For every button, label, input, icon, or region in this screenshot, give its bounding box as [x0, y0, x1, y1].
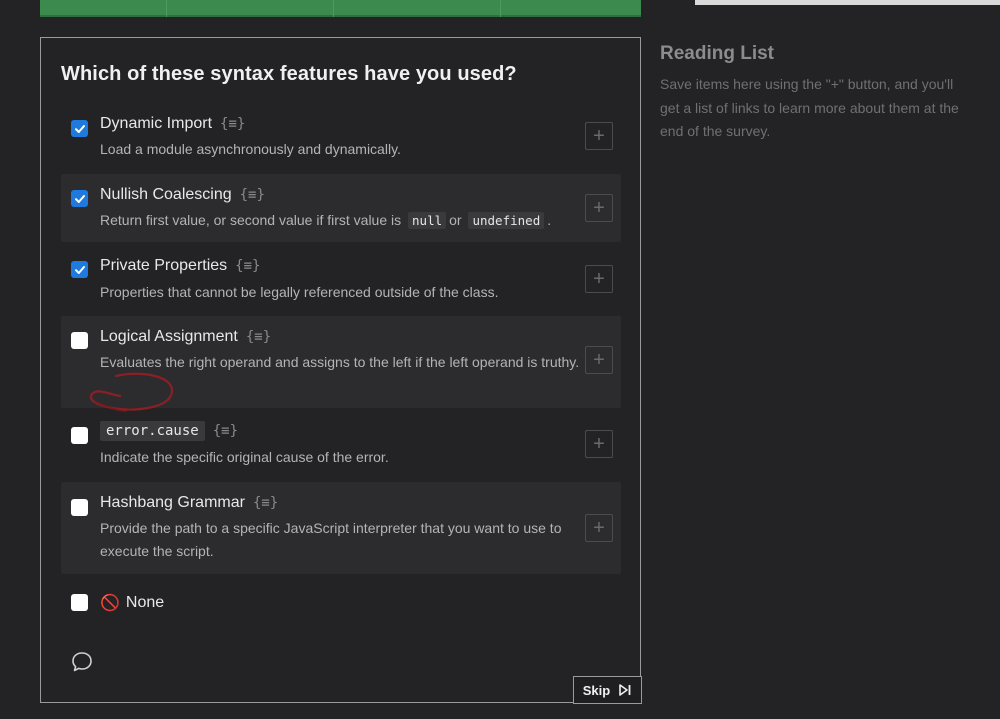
reading-list-panel: Reading List Save items here using the "… [660, 43, 960, 144]
plus-icon: + [593, 433, 605, 455]
option-description: Properties that cannot be legally refere… [100, 284, 499, 300]
description-text: Return first value, or second value if f… [100, 212, 402, 228]
option-description: Indicate the specific original cause of … [100, 449, 389, 465]
question-card: Which of these syntax features have you … [40, 37, 642, 704]
option-error-cause[interactable]: error.cause {≡} Indicate the specific or… [61, 413, 621, 481]
add-to-reading-list-button[interactable]: + [585, 194, 613, 222]
skip-forward-icon [619, 684, 631, 696]
option-title: Private Properties [100, 257, 228, 274]
code-undefined: undefined [468, 212, 545, 229]
option-title-row: Private Properties {≡} [100, 257, 260, 275]
plus-icon: + [593, 268, 605, 290]
option-description: Evaluates the right operand and assigns … [100, 354, 580, 370]
skip-label: Skip [582, 682, 611, 698]
top-right-bar [695, 0, 1000, 5]
checkbox-private-properties[interactable] [71, 261, 88, 278]
question-title: Which of these syntax features have you … [61, 63, 517, 85]
progress-segment-divider [166, 0, 167, 17]
checkbox-dynamic-import[interactable] [71, 120, 88, 137]
option-title-row: Dynamic Import {≡} [100, 115, 245, 133]
option-none[interactable]: 🚫 None [100, 593, 164, 613]
option-description: Load a module asynchronously and dynamic… [100, 141, 401, 157]
info-braces-icon[interactable]: {≡} [240, 187, 265, 203]
plus-icon: + [593, 517, 605, 539]
checkbox-none[interactable] [71, 594, 88, 611]
description-text: . [547, 212, 552, 228]
plus-icon: + [593, 349, 605, 371]
plus-icon: + [593, 197, 605, 219]
option-description: Return first value, or second value if f… [100, 209, 600, 232]
option-title-row: Hashbang Grammar {≡} [100, 494, 278, 512]
reading-list-title: Reading List [660, 43, 775, 64]
add-to-reading-list-button[interactable]: + [585, 265, 613, 293]
checkbox-hashbang-grammar[interactable] [71, 499, 88, 516]
info-braces-icon[interactable]: {≡} [246, 329, 271, 345]
speech-bubble-icon[interactable] [70, 650, 94, 674]
option-title: Logical Assignment [100, 328, 238, 345]
code-null: null [408, 212, 447, 229]
option-nullish-coalescing[interactable]: Nullish Coalescing {≡} Return first valu… [61, 174, 621, 242]
option-logical-assignment[interactable]: Logical Assignment {≡} Evaluates the rig… [61, 316, 621, 408]
progress-segment-divider [500, 0, 501, 17]
option-dynamic-import[interactable]: Dynamic Import {≡} Load a module asynchr… [61, 106, 621, 170]
plus-icon: + [593, 125, 605, 147]
description-text: or [449, 212, 462, 228]
add-to-reading-list-button[interactable]: + [585, 514, 613, 542]
option-title: Hashbang Grammar [100, 494, 245, 511]
add-to-reading-list-button[interactable]: + [585, 430, 613, 458]
info-braces-icon[interactable]: {≡} [253, 495, 278, 511]
info-braces-icon[interactable]: {≡} [213, 423, 238, 439]
check-icon [74, 124, 85, 133]
checkbox-logical-assignment[interactable] [71, 332, 88, 349]
option-title: Dynamic Import [100, 115, 213, 132]
option-title-row: error.cause {≡} [100, 421, 238, 441]
option-private-properties[interactable]: Private Properties {≡} Properties that c… [61, 246, 621, 314]
checkbox-error-cause[interactable] [71, 427, 88, 444]
info-braces-icon[interactable]: {≡} [235, 258, 260, 274]
option-description: Provide the path to a specific JavaScrip… [100, 520, 562, 559]
no-entry-icon: 🚫 [100, 595, 120, 612]
option-title-row: Logical Assignment {≡} [100, 328, 271, 346]
skip-button[interactable]: Skip [573, 676, 642, 704]
option-title: Nullish Coalescing [100, 186, 232, 203]
option-hashbang-grammar[interactable]: Hashbang Grammar {≡} Provide the path to… [61, 482, 621, 574]
option-title-row: Nullish Coalescing {≡} [100, 186, 265, 204]
check-icon [74, 194, 85, 203]
progress-segment-divider [333, 0, 334, 17]
info-braces-icon[interactable]: {≡} [220, 116, 245, 132]
add-to-reading-list-button[interactable]: + [585, 346, 613, 374]
option-title: None [125, 594, 165, 611]
option-title: error.cause [100, 421, 205, 441]
reading-list-description: Save items here using the "+" button, an… [660, 76, 959, 139]
progress-bar [40, 0, 641, 17]
add-to-reading-list-button[interactable]: + [585, 122, 613, 150]
check-icon [74, 265, 85, 274]
checkbox-nullish-coalescing[interactable] [71, 190, 88, 207]
